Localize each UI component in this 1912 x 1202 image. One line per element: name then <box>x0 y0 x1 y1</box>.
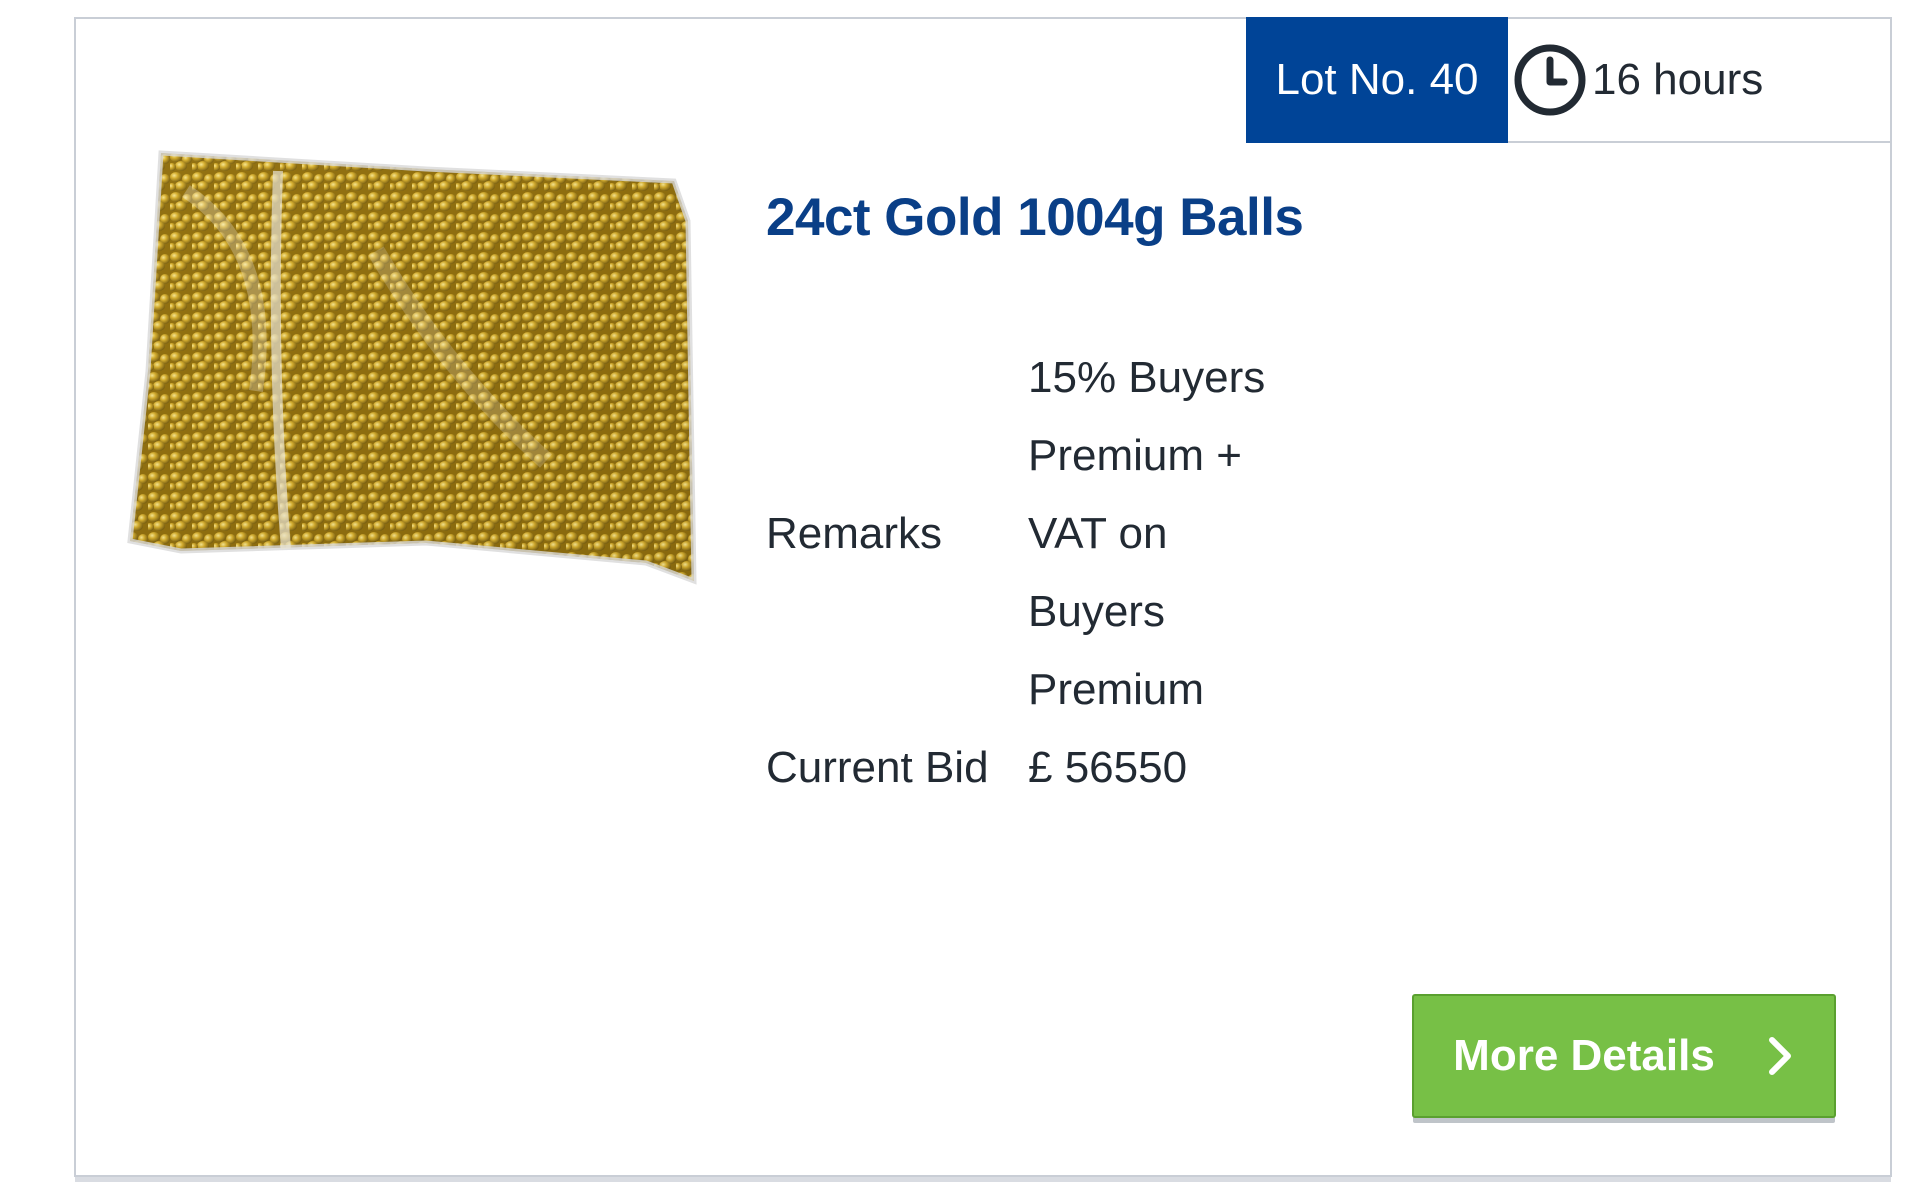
lot-title[interactable]: 24ct Gold 1004g Balls <box>766 187 1304 248</box>
lot-card: Lot No. 40 16 hours 24ct Gold 1004g Ball… <box>74 17 1892 1177</box>
current-bid-value: £ 56550 <box>1028 743 1188 792</box>
lot-header: Lot No. 40 16 hours <box>1246 17 1892 143</box>
more-details-label: More Details <box>1453 1031 1715 1080</box>
current-bid-row: Current Bid £ 56550 <box>766 729 1278 807</box>
lot-details-table: Remarks 15% Buyers Premium + VAT on Buye… <box>766 339 1278 807</box>
gold-balls-bag-image[interactable] <box>126 131 706 591</box>
time-remaining-label: 16 hours <box>1592 55 1764 104</box>
current-bid-label: Current Bid <box>766 743 989 792</box>
remarks-row: Remarks 15% Buyers Premium + VAT on Buye… <box>766 339 1278 729</box>
chevron-right-icon <box>1768 1037 1791 1075</box>
time-remaining: 16 hours <box>1508 19 1763 141</box>
lot-number-badge: Lot No. 40 <box>1246 17 1508 143</box>
clock-icon <box>1514 44 1586 116</box>
lot-number-label: Lot No. 40 <box>1275 55 1479 104</box>
remarks-value: 15% Buyers Premium + VAT on Buyers Premi… <box>1028 353 1266 714</box>
more-details-button[interactable]: More Details <box>1412 994 1836 1118</box>
remarks-label: Remarks <box>766 509 943 558</box>
